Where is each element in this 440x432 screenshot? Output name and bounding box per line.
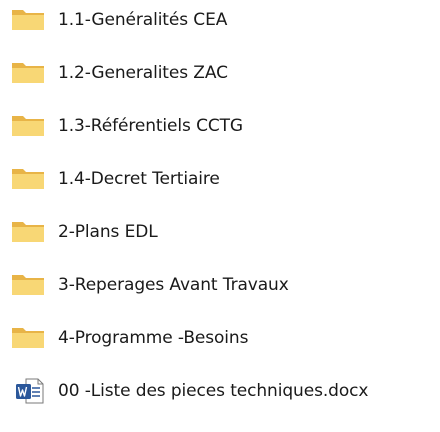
list-item-folder-2[interactable]: 2-Plans EDL — [0, 212, 440, 252]
list-item-folder-1-4[interactable]: 1.4-Decret Tertiaire — [0, 159, 440, 199]
item-label: 1.3-Référentiels CCTG — [58, 116, 243, 136]
item-label: 1.4-Decret Tertiaire — [58, 169, 220, 189]
folder-icon — [10, 272, 46, 298]
folder-icon — [10, 7, 46, 33]
list-item-folder-4[interactable]: 4-Programme -Besoins — [0, 318, 440, 358]
list-item-folder-1-3[interactable]: 1.3-Référentiels CCTG — [0, 106, 440, 146]
item-label: 4-Programme -Besoins — [58, 328, 249, 348]
folder-icon — [10, 166, 46, 192]
folder-icon — [10, 113, 46, 139]
list-item-document[interactable]: 00 -Liste des pieces techniques.docx — [0, 371, 440, 411]
item-label: 00 -Liste des pieces techniques.docx — [58, 381, 369, 401]
item-label: 1.2-Generalites ZAC — [58, 63, 228, 83]
list-item-folder-1-2[interactable]: 1.2-Generalites ZAC — [0, 53, 440, 93]
folder-icon — [10, 219, 46, 245]
item-label: 1.1-Genéralités CEA — [58, 10, 228, 30]
item-label: 2-Plans EDL — [58, 222, 158, 242]
item-label: 3-Reperages Avant Travaux — [58, 275, 289, 295]
folder-icon — [10, 325, 46, 351]
list-item-folder-1-1[interactable]: 1.1-Genéralités CEA — [0, 0, 440, 40]
word-document-icon — [10, 378, 46, 404]
list-item-folder-3[interactable]: 3-Reperages Avant Travaux — [0, 265, 440, 305]
folder-icon — [10, 60, 46, 86]
file-list: 1.1-Genéralités CEA 1.2-Generalites ZAC … — [0, 0, 440, 432]
